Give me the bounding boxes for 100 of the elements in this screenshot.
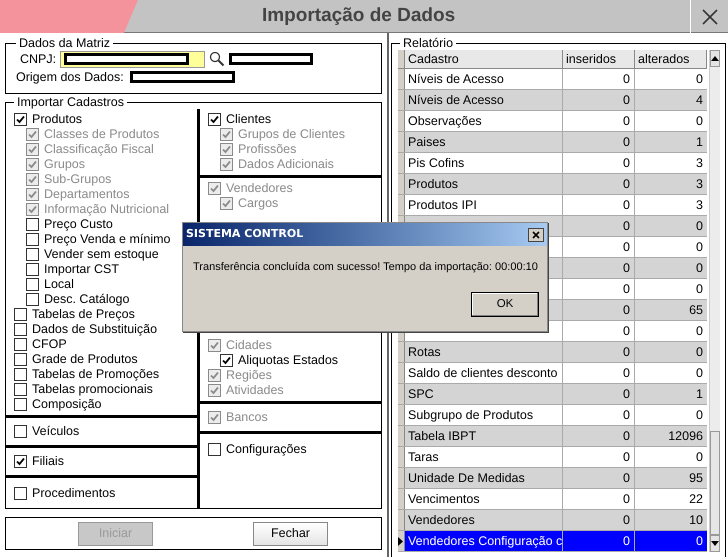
table-cell: 0 bbox=[696, 282, 703, 296]
ok-button[interactable]: OK bbox=[471, 292, 539, 317]
table-row[interactable]: Vendedores 0 10 bbox=[398, 510, 707, 531]
checkbox-label: Profissões bbox=[238, 142, 296, 157]
checkbox[interactable] bbox=[26, 293, 39, 306]
checkbox-label: Vender sem estoque bbox=[44, 247, 159, 262]
checkbox[interactable] bbox=[14, 486, 27, 500]
checkbox[interactable] bbox=[14, 368, 27, 381]
table-row[interactable]: Vencimentos 0 22 bbox=[398, 489, 707, 510]
group-title: Relatório bbox=[402, 36, 454, 50]
action-button[interactable]: Fechar bbox=[253, 522, 328, 546]
table-cell: 0 bbox=[623, 114, 630, 128]
table-row[interactable]: Níveis de Acesso 0 0 bbox=[398, 69, 707, 90]
scrollbar[interactable] bbox=[709, 50, 720, 552]
table-row[interactable]: Níveis de Acesso 0 4 bbox=[398, 90, 707, 111]
table-row[interactable]: Produtos IPI 0 3 bbox=[398, 195, 707, 216]
checkbox[interactable] bbox=[14, 383, 27, 396]
checkbox-label: Cidades bbox=[226, 338, 272, 353]
checkbox[interactable] bbox=[14, 308, 27, 321]
checkbox-label: Vendedores bbox=[226, 181, 293, 196]
table-row[interactable]: Tabela IBPT 0 12096 bbox=[398, 426, 707, 447]
row-header[interactable] bbox=[398, 531, 405, 551]
table-row[interactable]: Observações 0 0 bbox=[398, 111, 707, 132]
table-cell: 3 bbox=[696, 177, 703, 191]
table-cell: 0 bbox=[623, 93, 630, 107]
row-pointer-icon bbox=[398, 536, 403, 546]
checkbox[interactable] bbox=[26, 233, 39, 246]
table-row[interactable]: Saldo de clientes desconto 0 0 bbox=[398, 363, 707, 384]
checkbox-label: Local bbox=[44, 277, 74, 292]
checkbox-label: Grade de Produtos bbox=[32, 352, 138, 367]
table-row[interactable]: Produtos 0 3 bbox=[398, 174, 707, 195]
table-row[interactable]: Unidade De Medidas 0 95 bbox=[398, 468, 707, 489]
cnpj-field[interactable] bbox=[60, 50, 206, 68]
table-cell: 0 bbox=[623, 513, 630, 527]
table-cell: Tabela IBPT bbox=[408, 429, 476, 443]
checkbox[interactable] bbox=[14, 323, 27, 336]
group-title: Dados da Matriz bbox=[18, 36, 112, 50]
table-cell: 1 bbox=[696, 387, 703, 401]
table-cell: Pis Cofins bbox=[408, 156, 464, 170]
checkbox-label: Bancos bbox=[226, 410, 268, 425]
checkbox-label: Preço Custo bbox=[44, 217, 113, 232]
checkbox[interactable] bbox=[14, 398, 27, 411]
scroll-thumb[interactable] bbox=[710, 431, 720, 535]
table-cell: 0 bbox=[696, 261, 703, 275]
table-cell: 22 bbox=[689, 492, 703, 506]
close-icon bbox=[532, 230, 540, 238]
table-cell: SPC bbox=[408, 387, 434, 401]
checkbox-label: Tabelas de Promoções bbox=[32, 367, 160, 382]
checkbox-label: Classes de Produtos bbox=[44, 127, 160, 142]
checkbox[interactable] bbox=[26, 278, 39, 291]
checkbox-label: Importar CST bbox=[44, 262, 120, 277]
table-cell: 0 bbox=[623, 156, 630, 170]
table-cell: 0 bbox=[696, 324, 703, 338]
checkbox-label: Filiais bbox=[32, 454, 64, 469]
table-cell: 0 bbox=[623, 450, 630, 464]
table-cell: 0 bbox=[696, 114, 703, 128]
checkbox-label: Tabelas promocionais bbox=[32, 382, 153, 397]
table-cell: 95 bbox=[689, 471, 703, 485]
table-cell: 0 bbox=[623, 345, 630, 359]
checkbox[interactable] bbox=[26, 263, 39, 276]
scroll-down-icon[interactable] bbox=[711, 541, 719, 546]
checkbox-label: Aliquotas Estados bbox=[238, 353, 338, 368]
table-cell: Paises bbox=[408, 135, 446, 149]
checkbox[interactable] bbox=[26, 248, 39, 261]
table-cell: 10 bbox=[689, 513, 703, 527]
table-cell: Níveis de Acesso bbox=[408, 93, 504, 107]
table-cell: Vendedores Configuração c bbox=[408, 534, 562, 548]
checkbox[interactable] bbox=[14, 113, 27, 126]
checkbox[interactable] bbox=[14, 338, 27, 351]
column-header[interactable]: Cadastro bbox=[405, 50, 563, 68]
table-row[interactable]: Pis Cofins 0 3 bbox=[398, 153, 707, 174]
checkbox-label: Dados Adicionais bbox=[238, 157, 334, 172]
table-row[interactable]: Subgrupo de Produtos 0 0 bbox=[398, 405, 707, 426]
table-row[interactable]: SPC 0 1 bbox=[398, 384, 707, 405]
checkbox[interactable] bbox=[14, 455, 27, 468]
table-cell: 0 bbox=[623, 303, 630, 317]
table-cell: 0 bbox=[623, 282, 630, 296]
table-row[interactable]: Rotas 0 0 bbox=[398, 342, 707, 363]
column-header[interactable]: alterados bbox=[635, 50, 707, 68]
table-cell: 0 bbox=[696, 534, 703, 548]
checkbox-label: Departamentos bbox=[44, 187, 130, 202]
table-cell: 3 bbox=[696, 198, 703, 212]
column-header[interactable]: inseridos bbox=[563, 50, 635, 68]
table-row[interactable]: Vendedores Configuração c 0 0 bbox=[398, 531, 707, 552]
search-icon[interactable] bbox=[209, 51, 226, 67]
table-cell: Vencimentos bbox=[408, 492, 480, 506]
checkbox[interactable] bbox=[14, 353, 27, 366]
checkbox[interactable] bbox=[208, 442, 221, 456]
checkbox[interactable] bbox=[14, 425, 27, 438]
table-cell: 0 bbox=[623, 261, 630, 275]
table-row[interactable]: Paises 0 1 bbox=[398, 132, 707, 153]
close-button[interactable] bbox=[528, 228, 544, 242]
table-cell: 4 bbox=[696, 93, 703, 107]
checkbox-label: Sub-Grupos bbox=[44, 172, 112, 187]
scroll-up-icon[interactable] bbox=[711, 56, 719, 61]
checkbox[interactable] bbox=[26, 218, 39, 231]
checkbox[interactable] bbox=[208, 113, 221, 126]
table-row[interactable]: Taras 0 0 bbox=[398, 447, 707, 468]
table-cell: 0 bbox=[623, 387, 630, 401]
field-label: CNPJ: bbox=[20, 50, 56, 68]
